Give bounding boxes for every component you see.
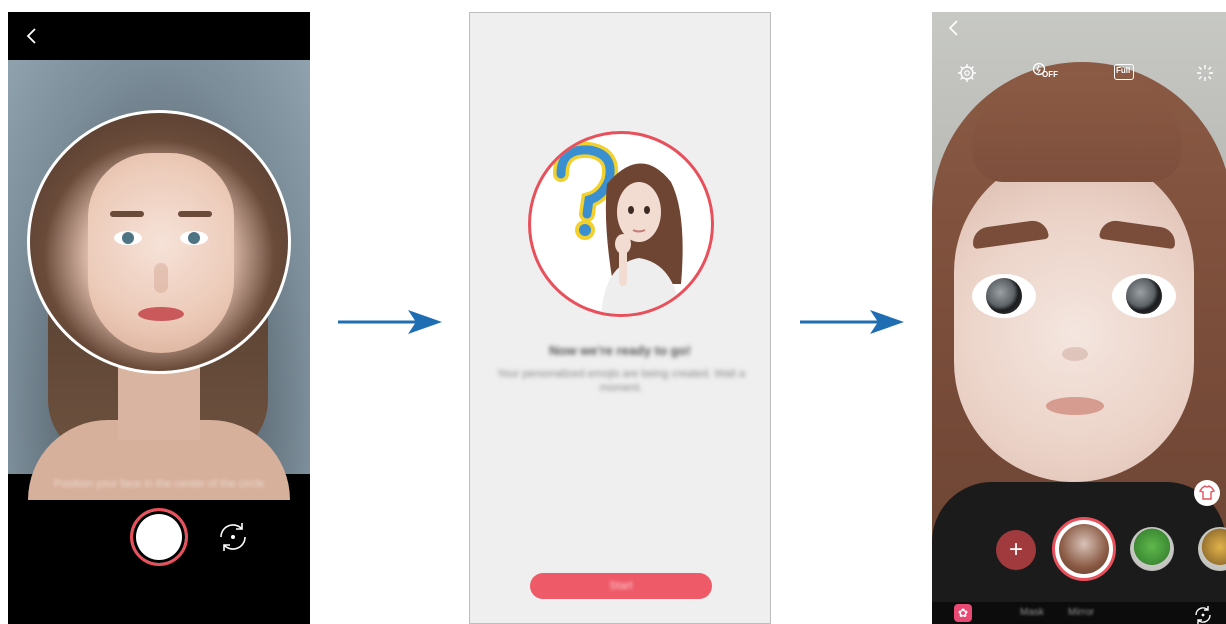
sparkle-icon[interactable] [1194,62,1216,84]
emoji-loading-screen: Now we're ready to go! Your personalized… [469,12,771,624]
top-bar [8,12,310,60]
flow-arrow-icon [800,310,904,334]
capture-button[interactable] [130,508,188,566]
thinking-avatar-illustration [553,141,683,314]
right-eye [180,231,208,245]
composite-illustration: Position your face in the center of the … [0,0,1226,624]
mode-mirror[interactable]: Mirror [1068,607,1094,618]
camera-toolbar: OFF Full [932,12,1226,92]
avatar-left-eye [972,274,1036,318]
selected-emoji-avatar[interactable] [1052,517,1116,581]
left-eye [114,231,142,245]
shirt-icon[interactable] [1194,480,1220,506]
gear-icon[interactable] [956,62,978,84]
left-eyebrow [110,211,144,217]
flow-arrow-icon [338,310,442,334]
add-emoji-button[interactable]: + [996,530,1036,570]
face-guide-circle [27,110,291,374]
avatar-preview-circle [528,131,714,317]
avatar-face [954,152,1194,482]
nose [154,263,168,293]
start-button-label: Start [609,580,633,592]
camera-viewfinder: Position your face in the center of the … [8,60,310,500]
loading-title: Now we're ready to go! [549,343,691,358]
flower-icon[interactable]: ✿ [954,604,972,622]
face-position-hint: Position your face in the center of the … [53,478,265,490]
subject-face [88,153,234,353]
lips [138,307,184,321]
avatar-nose [1062,347,1088,361]
switch-camera-icon[interactable] [213,517,253,557]
ar-emoji-camera-screen: OFF Full + ✿ Mask Mirror [932,12,1226,624]
flash-off-icon[interactable]: OFF [1032,62,1062,84]
dinosaur-emoji-avatar[interactable] [1130,527,1174,571]
avatar-right-eyebrow [1098,218,1178,250]
camera-screen: Position your face in the center of the … [8,12,310,624]
back-arrow-icon[interactable] [22,26,42,46]
right-eyebrow [178,211,212,217]
avatar-lips [1046,397,1104,415]
loading-description: Your personalized emojis are being creat… [496,368,746,394]
mode-mask[interactable]: Mask [1020,607,1044,618]
back-arrow-icon[interactable] [946,18,962,38]
full-ratio-icon[interactable]: Full [1114,64,1134,80]
avatar-left-eyebrow [970,218,1050,250]
avatar-right-eye [1112,274,1176,318]
ratio-label: Full [1116,66,1131,75]
switch-camera-icon[interactable] [1192,604,1214,624]
flash-off-label: OFF [1042,70,1058,79]
start-button[interactable]: Start [530,573,712,599]
